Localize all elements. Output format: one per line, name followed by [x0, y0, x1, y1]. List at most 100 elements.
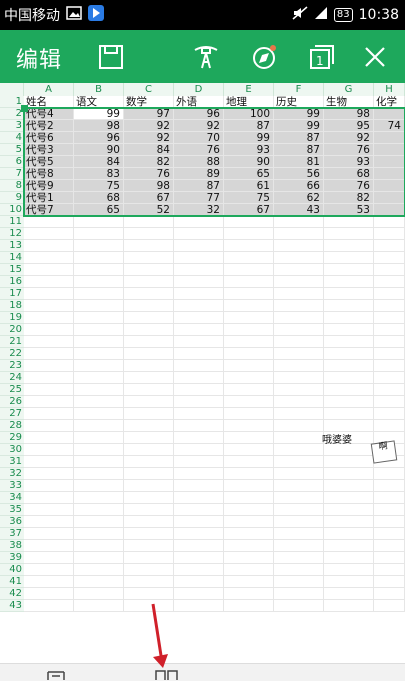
cell[interactable]	[224, 540, 274, 552]
cell[interactable]	[224, 372, 274, 384]
cell[interactable]	[174, 504, 224, 516]
row-header[interactable]: 32	[0, 468, 24, 480]
column-header-h[interactable]: H	[374, 83, 405, 96]
cell[interactable]	[174, 384, 224, 396]
cell[interactable]	[324, 492, 374, 504]
cell[interactable]	[374, 372, 405, 384]
cell[interactable]	[74, 588, 124, 600]
row-header[interactable]: 26	[0, 396, 24, 408]
cell[interactable]	[124, 360, 174, 372]
cell[interactable]	[74, 420, 124, 432]
cell[interactable]	[374, 468, 405, 480]
row-header[interactable]: 38	[0, 540, 24, 552]
cell[interactable]	[274, 396, 324, 408]
cell[interactable]	[174, 216, 224, 228]
cell[interactable]	[274, 372, 324, 384]
cell[interactable]: 68	[74, 192, 124, 204]
cell[interactable]	[224, 396, 274, 408]
cell[interactable]: 93	[324, 156, 374, 168]
cell[interactable]	[324, 588, 374, 600]
cell[interactable]: 外语	[174, 96, 224, 108]
cell[interactable]	[124, 480, 174, 492]
cell[interactable]	[24, 312, 74, 324]
cell[interactable]	[174, 432, 224, 444]
row-header[interactable]: 43	[0, 600, 24, 612]
cell[interactable]	[224, 324, 274, 336]
cell[interactable]	[224, 264, 274, 276]
cell[interactable]	[374, 336, 405, 348]
cell[interactable]	[74, 444, 124, 456]
cell[interactable]	[324, 360, 374, 372]
cell[interactable]: 53	[324, 204, 374, 216]
cell[interactable]	[374, 264, 405, 276]
cell[interactable]	[74, 504, 124, 516]
cell[interactable]: 代号3	[24, 144, 74, 156]
row-header[interactable]: 24	[0, 372, 24, 384]
cell[interactable]	[174, 408, 224, 420]
cell[interactable]	[224, 480, 274, 492]
cell[interactable]	[324, 324, 374, 336]
cell[interactable]	[274, 444, 324, 456]
cell[interactable]: 98	[324, 108, 374, 120]
cell[interactable]	[74, 240, 124, 252]
cell[interactable]	[374, 576, 405, 588]
cell[interactable]	[374, 168, 405, 180]
cell[interactable]	[74, 516, 124, 528]
cell[interactable]	[274, 336, 324, 348]
cell[interactable]: 96	[74, 132, 124, 144]
cell[interactable]	[174, 348, 224, 360]
cell[interactable]	[124, 456, 174, 468]
row-header[interactable]: 40	[0, 564, 24, 576]
cell[interactable]	[24, 504, 74, 516]
cell[interactable]	[124, 384, 174, 396]
cell[interactable]: 99	[274, 120, 324, 132]
cell[interactable]	[74, 216, 124, 228]
cell[interactable]: 65	[224, 168, 274, 180]
cell[interactable]	[374, 480, 405, 492]
cell[interactable]	[224, 336, 274, 348]
cell[interactable]: 95	[324, 120, 374, 132]
cell[interactable]	[224, 252, 274, 264]
cell[interactable]	[224, 360, 274, 372]
row-header[interactable]: 23	[0, 360, 24, 372]
cell[interactable]: 99	[74, 108, 124, 120]
cell[interactable]	[24, 252, 74, 264]
cell[interactable]	[324, 552, 374, 564]
cell[interactable]	[74, 372, 124, 384]
cell[interactable]	[274, 600, 324, 612]
cell[interactable]	[224, 348, 274, 360]
cell[interactable]	[24, 564, 74, 576]
cell[interactable]	[274, 300, 324, 312]
cell[interactable]	[274, 456, 324, 468]
cell[interactable]	[374, 108, 405, 120]
cell[interactable]	[324, 264, 374, 276]
cell[interactable]	[124, 300, 174, 312]
cell[interactable]	[374, 408, 405, 420]
row-header[interactable]: 34	[0, 492, 24, 504]
cell[interactable]	[324, 312, 374, 324]
cell[interactable]	[374, 528, 405, 540]
cell[interactable]: 地理	[224, 96, 274, 108]
cell[interactable]: 90	[74, 144, 124, 156]
cell[interactable]: 代号4	[24, 108, 74, 120]
cell[interactable]	[174, 252, 224, 264]
cell[interactable]	[224, 432, 274, 444]
cell[interactable]	[224, 600, 274, 612]
cell[interactable]	[324, 216, 374, 228]
cell[interactable]	[224, 528, 274, 540]
cell[interactable]	[124, 432, 174, 444]
cell[interactable]	[224, 312, 274, 324]
cell[interactable]	[224, 276, 274, 288]
cell[interactable]	[174, 516, 224, 528]
save-button[interactable]	[96, 42, 126, 72]
cell[interactable]	[224, 216, 274, 228]
cell[interactable]	[24, 468, 74, 480]
cell[interactable]	[374, 180, 405, 192]
cell[interactable]	[174, 564, 224, 576]
cell[interactable]: 76	[324, 180, 374, 192]
cell[interactable]	[374, 588, 405, 600]
column-header-c[interactable]: C	[124, 83, 174, 96]
cell[interactable]	[224, 588, 274, 600]
cell[interactable]	[174, 396, 224, 408]
cell[interactable]	[124, 228, 174, 240]
